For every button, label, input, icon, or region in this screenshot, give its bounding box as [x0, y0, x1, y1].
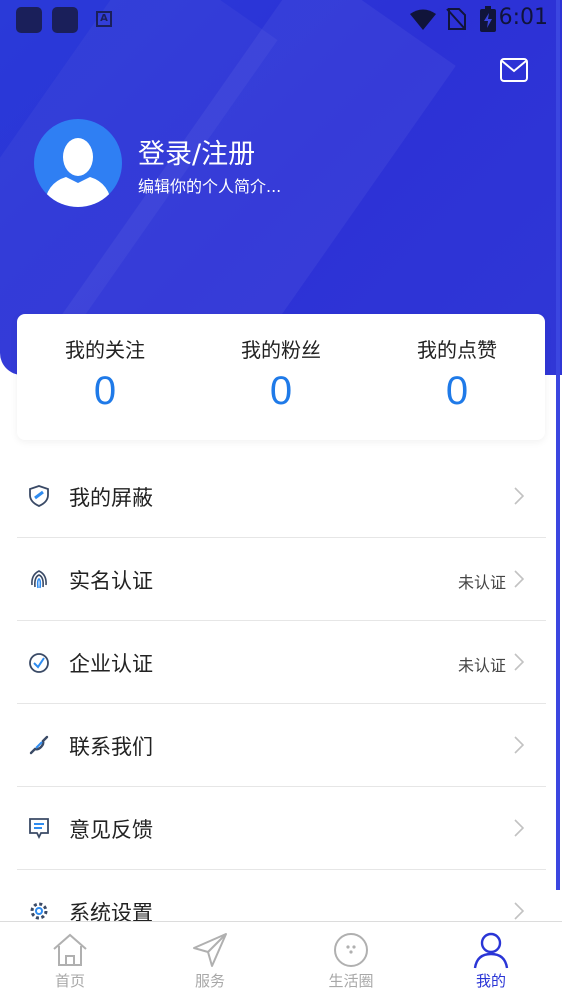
chevron-right-icon: [514, 653, 524, 671]
stat-followers[interactable]: 我的粉丝 0: [193, 314, 369, 414]
stats-card: 我的关注 0 我的粉丝 0 我的点赞 0: [17, 314, 545, 440]
nav-label: 服务: [194, 972, 225, 990]
nav-life-circle[interactable]: 生活圈: [281, 922, 421, 991]
menu-item-blocked[interactable]: 我的屏蔽: [17, 455, 546, 538]
stat-following[interactable]: 我的关注 0: [17, 314, 193, 414]
stat-value: 0: [445, 369, 469, 413]
menu-item-real-name[interactable]: 实名认证 未认证: [17, 538, 546, 621]
stat-label: 我的粉丝: [241, 338, 321, 362]
font-icon: A: [96, 11, 112, 27]
stat-value: 0: [269, 369, 293, 413]
stat-label: 我的关注: [65, 338, 145, 362]
no-sim-icon: [446, 8, 466, 30]
user-silhouette-icon: [44, 138, 112, 207]
menu-label: 意见反馈: [69, 818, 153, 842]
menu-label: 我的屏蔽: [69, 486, 153, 510]
chevron-right-icon: [514, 570, 524, 588]
nav-services[interactable]: 服务: [140, 922, 280, 991]
chevron-right-icon: [514, 819, 524, 837]
scroll-indicator: [556, 0, 560, 890]
circle-face-icon: [334, 933, 368, 967]
menu-status: 未认证: [457, 573, 506, 592]
chevron-right-icon: [514, 902, 524, 920]
mail-icon[interactable]: [500, 58, 528, 82]
login-register-link[interactable]: 登录/注册: [138, 132, 255, 171]
stat-likes[interactable]: 我的点赞 0: [369, 314, 545, 414]
fingerprint-icon: [31, 570, 47, 589]
badge-check-icon: [29, 653, 49, 673]
nav-label: 生活圈: [328, 972, 374, 990]
status-bar: A 6:01: [0, 0, 562, 38]
menu-item-contact[interactable]: 联系我们: [17, 704, 546, 787]
shield-icon: [29, 485, 49, 507]
stat-value: 0: [93, 369, 117, 413]
nav-home[interactable]: 首页: [0, 922, 140, 991]
chevron-right-icon: [514, 736, 524, 754]
menu-item-enterprise[interactable]: 企业认证 未认证: [17, 621, 546, 704]
menu-status: 未认证: [457, 656, 506, 675]
clock: 6:01: [498, 5, 548, 30]
send-icon: [193, 933, 227, 967]
nav-label: 首页: [54, 972, 85, 990]
gear-icon: [30, 902, 48, 920]
battery-icon: [480, 6, 496, 32]
avatar[interactable]: [34, 119, 122, 207]
home-icon: [53, 933, 87, 966]
feedback-icon: [29, 818, 49, 840]
wifi-icon: [410, 9, 436, 30]
nav-mine[interactable]: 我的: [421, 922, 561, 991]
menu-item-feedback[interactable]: 意见反馈: [17, 787, 546, 870]
chevron-right-icon: [514, 487, 524, 505]
menu-label: 实名认证: [69, 569, 153, 593]
menu-label: 联系我们: [69, 735, 153, 759]
notification-icon: [16, 7, 42, 33]
profile-bio[interactable]: 编辑你的个人简介...: [138, 173, 281, 197]
stat-label: 我的点赞: [417, 338, 497, 362]
notification-icon: [52, 7, 78, 33]
menu-label: 企业认证: [69, 652, 153, 676]
menu-list: 我的屏蔽 实名认证 未认证 企业认证 未认证 联系我们 意见反馈 系统设置: [17, 455, 546, 952]
person-icon: [473, 932, 509, 969]
nav-label: 我的: [475, 972, 506, 990]
phone-icon: [29, 735, 49, 755]
bottom-nav: 首页 服务 生活圈 我的: [0, 921, 562, 1001]
